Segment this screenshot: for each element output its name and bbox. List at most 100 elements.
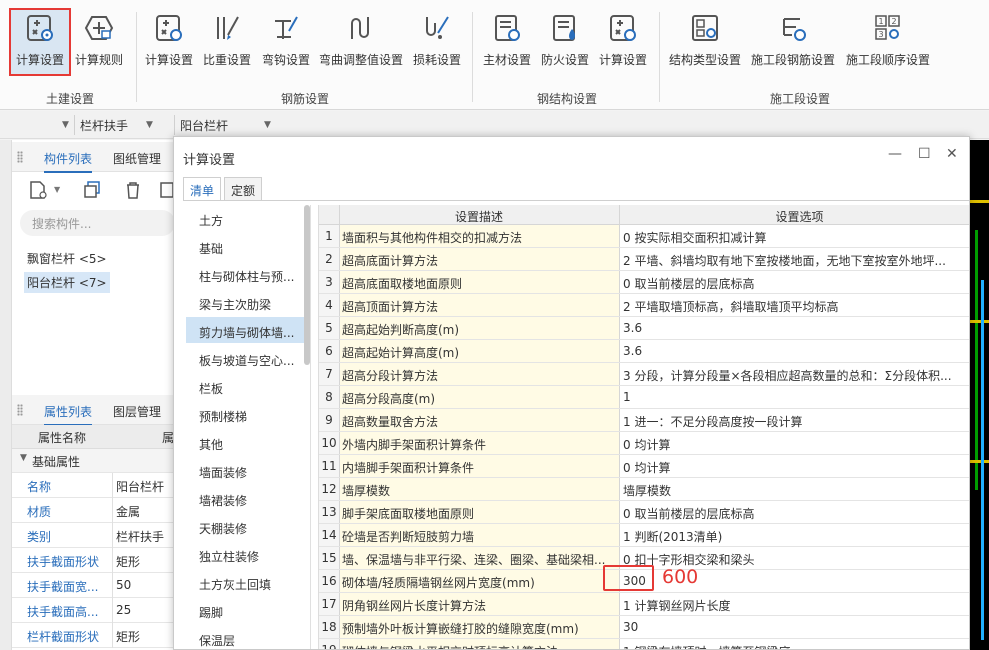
property-group-basic[interactable]: ▼ 基础属性 [12,449,175,473]
drag-grip-icon[interactable] [17,404,23,416]
setting-description: 砼墙是否判断短肢剪力墙 [340,524,619,546]
setting-option[interactable]: 1 判断(2013清单) [620,524,969,546]
table-row[interactable]: 14 砼墙是否判断短肢剪力墙 1 判断(2013清单) [319,524,969,547]
structure-type-settings-button[interactable]: 结构类型设置 [667,10,743,74]
table-row[interactable]: 10 外墙内脚手架面积计算条件 0 均计算 [319,432,969,455]
property-row[interactable]: 扶手截面形状 矩形 [12,548,175,573]
property-row[interactable]: 材质 金属 [12,498,175,523]
segment-order-settings-button[interactable]: 123 施工段顺序设置 [843,10,933,74]
setting-option[interactable]: 1 计算钢丝网片长度 [620,593,969,615]
category-item[interactable]: 土方灰土回填 [186,569,304,595]
drag-grip-icon[interactable] [17,151,23,163]
tab-quota[interactable]: 定额 [224,177,263,201]
property-row[interactable]: 名称 阳台栏杆 [12,473,175,498]
setting-option[interactable]: 0 均计算 [620,455,969,477]
category-item[interactable]: 梁与主次肋梁 [186,289,304,315]
table-row[interactable]: 12 墙厚模数 墙厚模数 [319,478,969,501]
category-item[interactable]: 土方 [186,205,304,231]
property-row[interactable]: 扶手截面宽... 50 [12,573,175,598]
setting-option[interactable]: 30 [620,616,969,638]
setting-option[interactable]: 墙厚模数 [620,478,969,500]
table-row[interactable]: 13 脚手架底面取楼地面原则 0 取当前楼层的层底标高 [319,501,969,524]
setting-option[interactable]: 3 分段，计算分段量×各段相应超高数量的总和：Σ分段体积... [620,363,969,385]
column-header-desc: 设置描述 [454,210,503,224]
setting-option[interactable]: 3.6 [620,317,969,339]
category-scrollbar[interactable] [304,205,310,365]
table-row[interactable]: 11 内墙脚手架面积计算条件 0 均计算 [319,455,969,478]
tab-component-list[interactable]: 构件列表 [44,150,93,173]
property-row[interactable]: 类别 栏杆扶手 [12,523,175,548]
chevron-down-icon: ▼ [146,120,153,130]
table-row[interactable]: 9 超高数量取舍方法 1 进一：不足分段高度按一段计算 [319,409,969,432]
category-item[interactable]: 墙面装修 [186,457,304,483]
floor-select[interactable]: ▼ [0,116,70,134]
setting-option[interactable]: 0 按实际相交面积扣减计算 [620,225,969,247]
property-row[interactable]: 栏杆截面形状 矩形 [12,623,175,648]
setting-option[interactable]: 0 取当前楼层的层底标高 [620,271,969,293]
segment-rebar-settings-button[interactable]: 施工段钢筋设置 [749,10,837,74]
category-item[interactable]: 墙裙装修 [186,485,304,511]
setting-option[interactable]: 2 平墙、斜墙均取有地下室按楼地面，无地下室按室外地坪... [620,248,969,270]
table-row[interactable]: 17 阴角钢丝网片长度计算方法 1 计算钢丝网片长度 [319,593,969,616]
table-row[interactable]: 1 墙面积与其他构件相交的扣减方法 0 按实际相交面积扣减计算 [319,225,969,248]
chevron-down-icon[interactable]: ▼ [20,453,27,463]
density-settings-button[interactable]: 比重设置 [200,10,254,74]
setting-option[interactable]: 0 取当前楼层的层底标高 [620,501,969,523]
loss-settings-button[interactable]: 损耗设置 [411,10,463,74]
setting-option[interactable]: 3.6 [620,340,969,362]
list-item-bay-window-railing[interactable]: 飘窗栏杆 <5> [24,248,110,269]
component-select[interactable]: 阳台栏杆 ▼ [180,116,276,134]
hook-settings-label: 弯钩设置 [261,53,310,67]
tab-layer-management[interactable]: 图层管理 [113,403,161,420]
tab-drawing-management[interactable]: 图纸管理 [113,150,161,167]
tab-bill[interactable]: 清单 [183,177,222,201]
tab-property-list[interactable]: 属性列表 [44,403,93,426]
bend-adjust-settings-button[interactable]: 弯曲调整值设置 [318,10,404,74]
table-row[interactable]: 4 超高顶面计算方法 2 平墙取墙顶标高，斜墙取墙顶平均标高 [319,294,969,317]
table-row[interactable]: 19砌体墙与钢梁水平相交时顶标高计算方法1 钢梁在墙顶时，墙算至钢梁底 [319,639,969,649]
category-item[interactable]: 踢脚 [186,597,304,623]
civil-calc-settings-button[interactable]: 计算设置 [9,8,71,76]
setting-option[interactable]: 1 [620,386,969,408]
steel-calc-settings-button[interactable]: 计算设置 [597,10,649,74]
category-item[interactable]: 预制楼梯 [186,401,304,427]
table-row[interactable]: 5 超高起始判断高度(m) 3.6 [319,317,969,340]
setting-option[interactable]: 1 进一：不足分段高度按一段计算 [620,409,969,431]
category-item[interactable]: 基础 [186,233,304,259]
close-icon[interactable]: ✕ [946,146,958,162]
category-item[interactable]: 天棚装修 [186,513,304,539]
category-item[interactable]: 栏板 [186,373,304,399]
category-item[interactable]: 其他 [186,429,304,455]
new-component-icon[interactable] [28,180,50,200]
hook-settings-button[interactable]: 弯钩设置 [259,10,313,74]
setting-option[interactable]: 0 均计算 [620,432,969,454]
maximize-icon[interactable]: ☐ [918,146,931,162]
chevron-down-icon[interactable]: ▼ [54,180,76,200]
setting-description: 墙面积与其他构件相交的扣减方法 [340,225,619,247]
table-row[interactable]: 18 预制墙外叶板计算嵌缝打胶的缝隙宽度(mm) 30 [319,616,969,639]
list-item-balcony-railing[interactable]: 阳台栏杆 <7> [24,272,110,293]
component-type-select[interactable]: 栏杆扶手 ▼ [80,116,172,134]
copy-icon[interactable] [82,180,104,200]
component-search-input[interactable]: 搜索构件... [20,210,175,236]
category-item[interactable]: 剪力墙与砌体墙... [186,317,304,343]
table-row[interactable]: 2 超高底面计算方法 2 平墙、斜墙均取有地下室按楼地面，无地下室按室外地坪... [319,248,969,271]
setting-option[interactable]: 1 钢梁在墙顶时，墙算至钢梁底 [620,639,969,649]
table-row[interactable]: 6 超高起始计算高度(m) 3.6 [319,340,969,363]
setting-option[interactable]: 2 平墙取墙顶标高，斜墙取墙顶平均标高 [620,294,969,316]
rebar-calc-settings-button[interactable]: 计算设置 [143,10,195,74]
property-row[interactable]: 扶手截面高... 25 [12,598,175,623]
civil-calc-rules-button[interactable]: 计算规则 [73,10,125,74]
category-item[interactable]: 板与坡道与空心... [186,345,304,371]
table-row[interactable]: 3 超高底面取楼地面原则 0 取当前楼层的层底标高 [319,271,969,294]
fireproof-settings-button[interactable]: 防火设置 [539,10,591,74]
category-item[interactable]: 独立柱装修 [186,541,304,567]
row-number: 17 [319,593,339,615]
main-material-settings-button[interactable]: 主材设置 [481,10,533,74]
category-item[interactable]: 柱与砌体柱与预... [186,261,304,287]
minimize-icon[interactable]: — [888,146,902,162]
category-item[interactable]: 保温层 [186,625,304,649]
table-row[interactable]: 8 超高分段高度(m) 1 [319,386,969,409]
delete-icon[interactable] [122,180,144,200]
table-row[interactable]: 7 超高分段计算方法 3 分段，计算分段量×各段相应超高数量的总和：Σ分段体积... [319,363,969,386]
